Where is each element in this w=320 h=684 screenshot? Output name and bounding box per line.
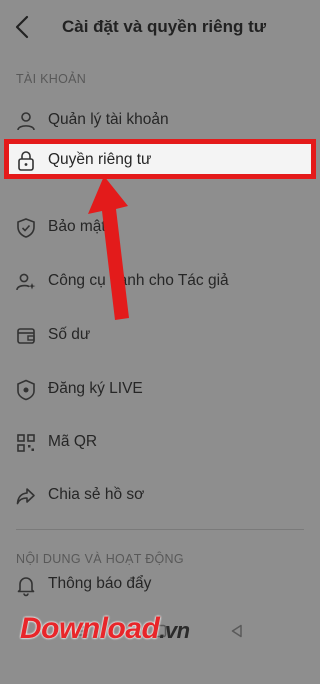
section-divider — [16, 529, 304, 530]
section-header-account: TÀI KHOẢN — [16, 72, 87, 86]
share-icon — [16, 488, 35, 505]
settings-item-label: Mã QR — [48, 433, 98, 450]
bell-icon — [17, 577, 35, 597]
page-title: Cài đặt và quyền riêng tư — [62, 17, 267, 36]
settings-item-security[interactable]: Bảo mật — [0, 205, 320, 253]
settings-item-qr-code[interactable]: Mã QR — [0, 420, 320, 468]
settings-item-creator-tools[interactable]: Công cụ dành cho Tác giả — [0, 259, 320, 307]
wallet-icon — [17, 328, 35, 344]
settings-item-label: Công cụ dành cho Tác giả — [48, 272, 229, 289]
back-triangle-icon[interactable] — [228, 622, 246, 640]
download-vn-watermark: Download.vn — [20, 612, 190, 645]
settings-item-label: Bảo mật — [48, 218, 106, 235]
back-arrow-icon[interactable] — [12, 14, 34, 40]
settings-item-balance[interactable]: Số dư — [0, 313, 320, 361]
settings-item-label: Quyền riêng tư — [48, 151, 152, 168]
qr-code-icon — [17, 434, 35, 452]
header-bar: Cài đặt và quyền riêng tư — [0, 0, 320, 56]
settings-item-push-notifications[interactable]: Thông báo đẩy — [0, 562, 320, 610]
settings-item-privacy[interactable]: Quyền riêng tư — [0, 138, 320, 186]
settings-item-label: Chia sẻ hồ sơ — [48, 486, 145, 503]
lock-icon — [18, 151, 34, 171]
live-badge-icon — [17, 379, 35, 401]
settings-item-label: Thông báo đẩy — [48, 575, 152, 592]
settings-item-live-subscription[interactable]: Đăng ký LIVE — [0, 367, 320, 415]
settings-item-share-profile[interactable]: Chia sẻ hồ sơ — [0, 473, 320, 521]
creator-user-icon — [16, 273, 36, 291]
shield-check-icon — [17, 218, 35, 238]
settings-item-label: Quản lý tài khoản — [48, 111, 169, 128]
settings-item-label: Số dư — [48, 326, 91, 343]
settings-item-label: Đăng ký LIVE — [48, 380, 143, 397]
user-icon — [17, 112, 35, 131]
